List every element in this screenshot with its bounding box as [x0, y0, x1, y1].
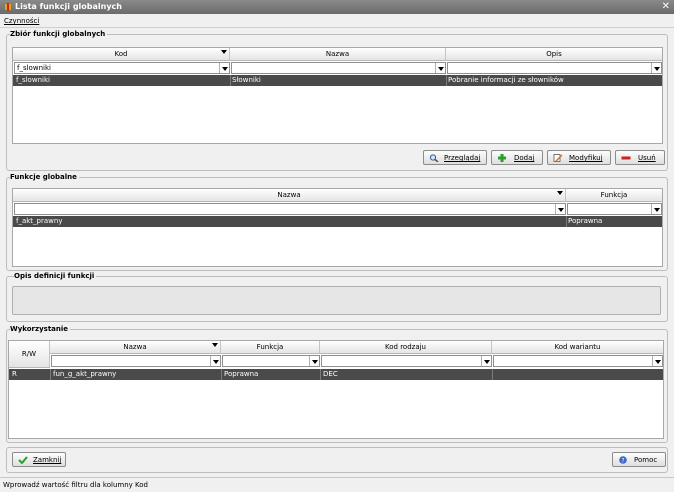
zbior-col-kod[interactable]: Kod	[13, 48, 230, 61]
zbior-filter-nazwa[interactable]	[231, 62, 446, 74]
sort-indicator-icon	[557, 191, 563, 195]
zbior-filter-kod[interactable]: f_slowniki	[14, 62, 230, 74]
chevron-down-icon[interactable]	[555, 204, 565, 214]
zbior-filter-opis[interactable]	[447, 62, 662, 74]
group-opis-label: Opis definicji funkcji	[14, 272, 97, 280]
usun-button[interactable]: Usuń	[615, 150, 665, 165]
pomoc-label: Pomoc	[634, 456, 658, 464]
funkcje-col-nazwa-label: Nazwa	[277, 191, 301, 199]
chevron-down-icon[interactable]	[309, 356, 319, 366]
opis-text-area[interactable]	[12, 286, 661, 315]
row-separator	[446, 75, 447, 86]
wykorzystanie-row-rw: R	[12, 370, 17, 378]
wykorzystanie-col-rw-label: R/W	[21, 350, 37, 358]
wykorzystanie-col-kod-rodzaju[interactable]: Kod rodzaju	[320, 341, 492, 354]
zbior-filter-kod-value: f_slowniki	[17, 64, 51, 72]
funkcje-col-funkcja[interactable]: Funkcja	[566, 189, 662, 202]
przegladaj-button[interactable]: Przeglądaj	[423, 150, 487, 165]
sort-indicator-icon	[212, 343, 218, 347]
wykorzystanie-col-rw[interactable]: R/W	[9, 341, 50, 368]
przegladaj-label: Przeglądaj	[444, 154, 481, 162]
row-separator	[492, 369, 493, 380]
sort-indicator-icon	[221, 50, 227, 54]
table-row[interactable]: f_slowniki Słowniki Pobranie informacji …	[13, 75, 662, 86]
row-separator	[566, 216, 567, 227]
row-separator	[50, 369, 51, 380]
group-funkcje-label: Funkcje globalne	[10, 173, 79, 181]
zbior-row-opis: Pobranie informacji ze słowników	[448, 76, 564, 84]
group-wykorzystanie-label: Wykorzystanie	[10, 325, 71, 333]
plus-icon	[498, 154, 506, 162]
chevron-down-icon[interactable]	[652, 356, 662, 366]
chevron-down-icon[interactable]	[651, 63, 661, 73]
zbior-row-nazwa: Słowniki	[232, 76, 261, 84]
zamknij-button[interactable]: Zamknij	[12, 452, 66, 467]
minus-icon	[621, 156, 631, 160]
row-separator	[230, 75, 231, 86]
row-separator	[320, 369, 321, 380]
wykorzystanie-col-kod-wariantu-label: Kod wariantu	[554, 343, 601, 351]
wykorzystanie-row-kod-rodzaju: DEC	[323, 370, 338, 378]
wykorzystanie-grid: R/W Nazwa Funkcja Kod rodzaju Kod warian…	[8, 340, 664, 439]
zbior-grid: Kod Nazwa Opis f_slowniki f_slowniki Sło…	[12, 47, 663, 144]
zbior-col-kod-label: Kod	[114, 50, 128, 58]
chevron-down-icon[interactable]	[651, 204, 661, 214]
usun-label: Usuń	[638, 154, 656, 162]
status-bar: Wprowadź wartość filtru dla kolumny Kod	[0, 477, 674, 492]
wykorzystanie-filter-nazwa[interactable]	[51, 355, 221, 367]
row-separator	[221, 369, 222, 380]
menu-bar: Czynności	[0, 14, 674, 28]
chevron-down-icon[interactable]	[219, 63, 229, 73]
zbior-row-kod: f_slowniki	[16, 76, 50, 84]
magnifier-icon	[429, 154, 439, 162]
funkcje-grid: Nazwa Funkcja f_akt_prawny Poprawna	[12, 188, 663, 267]
svg-text:?: ?	[621, 457, 624, 464]
zbior-col-opis-label: Opis	[546, 50, 562, 58]
chevron-down-icon[interactable]	[481, 356, 491, 366]
wykorzystanie-row-nazwa: fun_g_akt_prawny	[53, 370, 117, 378]
wykorzystanie-filter-kod-wariantu[interactable]	[493, 355, 663, 367]
modyfikuj-button[interactable]: Modyfikuj	[547, 150, 611, 165]
dodaj-label: Dodaj	[514, 154, 535, 162]
wykorzystanie-filter-funkcja[interactable]	[222, 355, 320, 367]
table-row[interactable]: R fun_g_akt_prawny Poprawna DEC	[9, 369, 663, 380]
chevron-down-icon[interactable]	[435, 63, 445, 73]
edit-icon	[553, 154, 563, 162]
checkmark-icon	[18, 456, 28, 464]
group-zbior-label: Zbiór funkcji globalnych	[10, 30, 108, 38]
window-title: Lista funkcji globalnych	[15, 2, 122, 11]
wykorzystanie-col-funkcja[interactable]: Funkcja	[221, 341, 320, 354]
dodaj-button[interactable]: Dodaj	[491, 150, 543, 165]
pomoc-button[interactable]: ? Pomoc	[612, 452, 666, 467]
modyfikuj-label: Modyfikuj	[569, 154, 603, 162]
wykorzystanie-row-funkcja: Poprawna	[224, 370, 259, 378]
zbior-col-opis[interactable]: Opis	[446, 48, 662, 61]
window-titlebar: Lista funkcji globalnych ✕	[0, 0, 674, 14]
status-text: Wprowadź wartość filtru dla kolumny Kod	[3, 481, 148, 489]
menu-czynnosci[interactable]: Czynności	[4, 17, 39, 25]
help-icon: ?	[619, 456, 627, 464]
funkcje-filter-nazwa[interactable]	[14, 203, 566, 215]
app-icon	[5, 3, 11, 11]
funkcje-row-nazwa: f_akt_prawny	[16, 217, 63, 225]
wykorzystanie-col-nazwa[interactable]: Nazwa	[50, 341, 221, 354]
wykorzystanie-col-kod-rodzaju-label: Kod rodzaju	[385, 343, 426, 351]
funkcje-col-funkcja-label: Funkcja	[600, 191, 628, 199]
zbior-col-nazwa[interactable]: Nazwa	[230, 48, 446, 61]
wykorzystanie-col-funkcja-label: Funkcja	[256, 343, 284, 351]
close-icon[interactable]: ✕	[662, 1, 670, 12]
wykorzystanie-col-nazwa-label: Nazwa	[123, 343, 147, 351]
funkcje-row-funkcja: Poprawna	[568, 217, 603, 225]
zamknij-label: Zamknij	[33, 456, 62, 464]
wykorzystanie-col-kod-wariantu[interactable]: Kod wariantu	[492, 341, 663, 354]
chevron-down-icon[interactable]	[210, 356, 220, 366]
footer-panel	[6, 447, 668, 473]
funkcje-filter-funkcja[interactable]	[567, 203, 662, 215]
zbior-col-nazwa-label: Nazwa	[325, 50, 350, 58]
funkcje-col-nazwa[interactable]: Nazwa	[13, 189, 566, 202]
wykorzystanie-filter-kod-rodzaju[interactable]	[321, 355, 492, 367]
table-row[interactable]: f_akt_prawny Poprawna	[13, 216, 662, 227]
